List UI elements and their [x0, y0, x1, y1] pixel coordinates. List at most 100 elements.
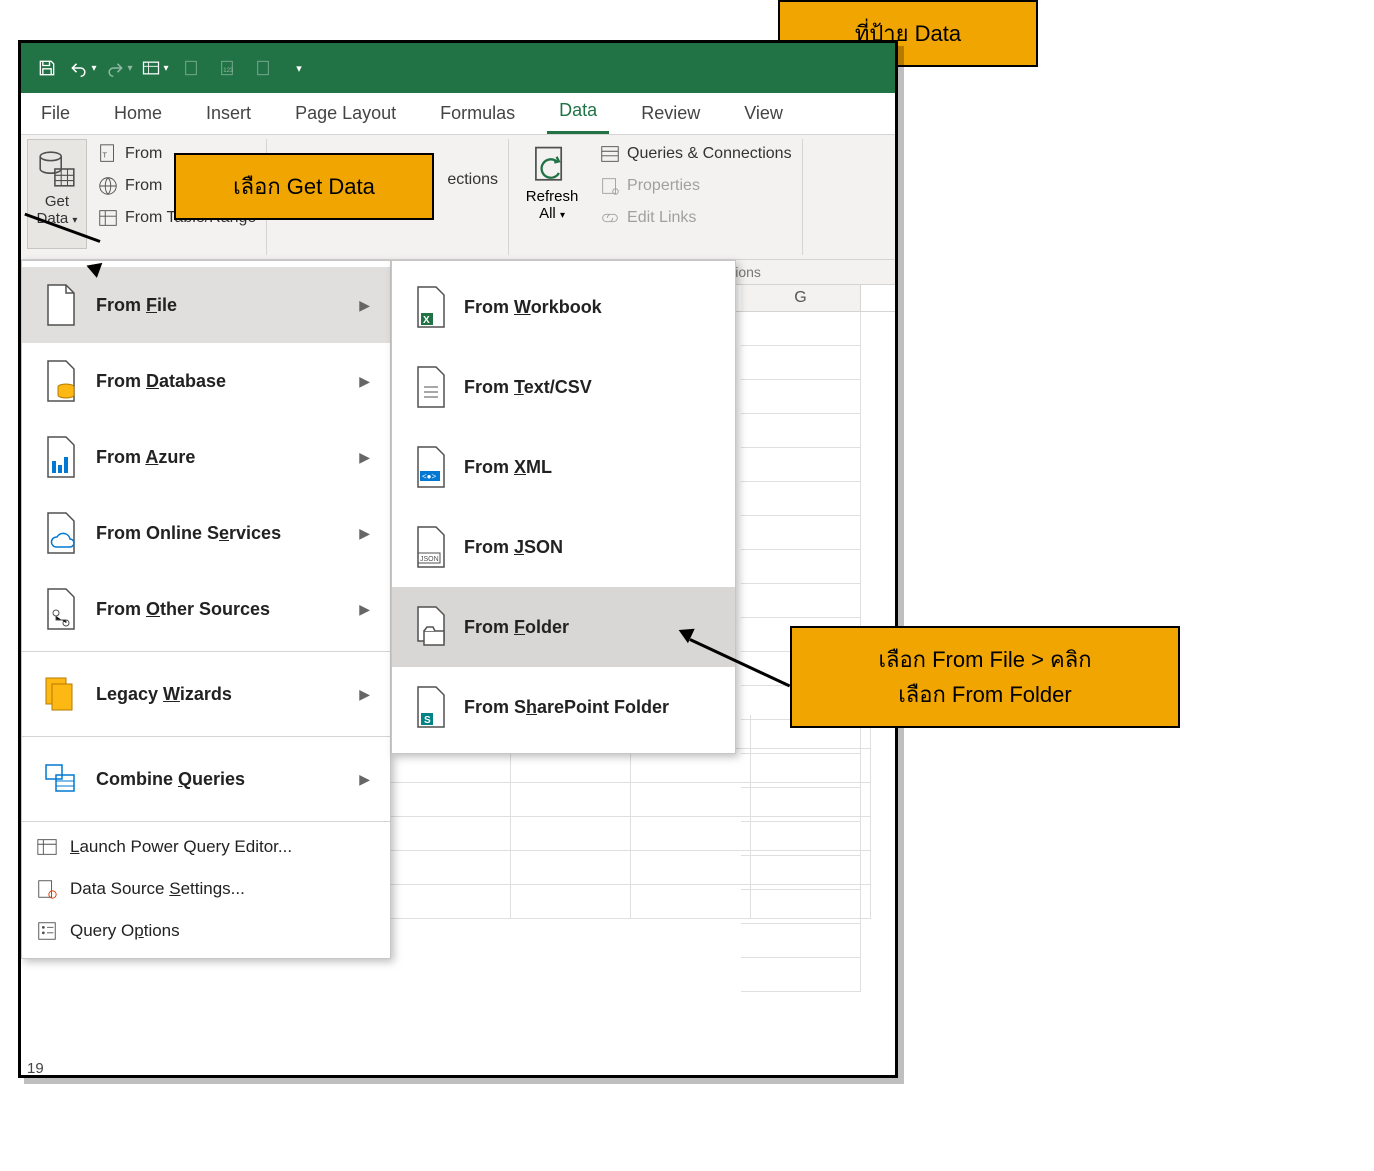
- tab-view[interactable]: View: [732, 95, 795, 134]
- cell[interactable]: [741, 550, 861, 584]
- menu-from-file[interactable]: From File ▶: [22, 267, 390, 343]
- properties-button[interactable]: Properties: [597, 171, 794, 201]
- callout-text: เลือก From File > คลิก: [878, 647, 1091, 672]
- qat-button-3[interactable]: 123: [211, 52, 243, 84]
- save-button[interactable]: [31, 52, 63, 84]
- callout-from-folder: เลือก From File > คลิก เลือก From Folder: [790, 626, 1180, 728]
- existing-connections-button[interactable]: ections: [445, 167, 500, 193]
- queries-connections-button[interactable]: Queries & Connections: [597, 139, 794, 169]
- tab-review[interactable]: Review: [629, 95, 712, 134]
- tab-label: Insert: [206, 103, 251, 123]
- file-azure-icon: [42, 435, 78, 479]
- edit-links-button[interactable]: Edit Links: [597, 203, 794, 233]
- tab-label: Page Layout: [295, 103, 396, 123]
- legacy-icon: [42, 672, 78, 716]
- redo-button[interactable]: ▾: [103, 52, 135, 84]
- ribbon-group-queries: Refresh All ▾ Queries & Connections Prop…: [517, 139, 803, 255]
- cell[interactable]: [741, 924, 861, 958]
- menu-from-database[interactable]: From Database ▶: [22, 343, 390, 419]
- menu-from-json[interactable]: JSON From JSON: [392, 507, 735, 587]
- get-data-menu: From File ▶ From Database ▶ From Azure ▶…: [21, 260, 391, 959]
- menu-from-xml[interactable]: <●> From XML: [392, 427, 735, 507]
- menu-from-text-csv[interactable]: From Text/CSV: [392, 347, 735, 427]
- menu-label: Launch Power Query Editor...: [70, 837, 292, 857]
- menu-label: Data Source Settings...: [70, 879, 245, 899]
- menu-from-sharepoint-folder[interactable]: S From SharePoint Folder: [392, 667, 735, 747]
- menu-label: From SharePoint Folder: [464, 697, 669, 717]
- file-database-icon: [42, 359, 78, 403]
- chevron-right-icon: ▶: [359, 449, 370, 466]
- cmd-label: From: [125, 145, 162, 163]
- tab-home[interactable]: Home: [102, 95, 174, 134]
- menu-divider: [22, 821, 390, 822]
- menu-legacy-wizards[interactable]: Legacy Wizards ▶: [22, 656, 390, 732]
- cell[interactable]: [741, 482, 861, 516]
- tab-label: File: [41, 103, 70, 123]
- chevron-right-icon: ▶: [359, 601, 370, 618]
- options-icon: [36, 920, 58, 942]
- tab-insert[interactable]: Insert: [194, 95, 263, 134]
- menu-data-source-settings[interactable]: Data Source Settings...: [22, 868, 390, 910]
- menu-launch-power-query[interactable]: Launch Power Query Editor...: [22, 826, 390, 868]
- menu-query-options[interactable]: Query Options: [22, 910, 390, 952]
- menu-label: From JSON: [464, 537, 563, 557]
- row-number-19[interactable]: 19: [21, 1060, 44, 1077]
- cell[interactable]: [741, 516, 861, 550]
- file-cloud-icon: [42, 511, 78, 555]
- cell[interactable]: [741, 414, 861, 448]
- cell[interactable]: [741, 312, 861, 346]
- tab-page-layout[interactable]: Page Layout: [283, 95, 408, 134]
- table-icon: [141, 58, 161, 78]
- redo-icon: [105, 58, 125, 78]
- col-header-g[interactable]: G: [741, 285, 861, 311]
- menu-label: From Workbook: [464, 297, 602, 317]
- menu-label: Query Options: [70, 921, 180, 941]
- callout-text: เลือก Get Data: [233, 174, 375, 199]
- sharepoint-icon: S: [412, 685, 448, 729]
- properties-icon: [599, 175, 621, 197]
- tab-label: Review: [641, 103, 700, 123]
- menu-divider: [22, 651, 390, 652]
- tab-data[interactable]: Data: [547, 92, 609, 134]
- undo-button[interactable]: ▾: [67, 52, 99, 84]
- cell[interactable]: [741, 380, 861, 414]
- clipboard-icon: [254, 59, 272, 77]
- chevron-right-icon: ▶: [359, 297, 370, 314]
- text-csv-icon: [412, 365, 448, 409]
- from-file-submenu: X From Workbook From Text/CSV <●> From X…: [391, 260, 736, 754]
- cell[interactable]: [741, 448, 861, 482]
- recent-sources-button[interactable]: x: [445, 139, 500, 165]
- callout-get-data: เลือก Get Data: [174, 153, 434, 220]
- refresh-all-button[interactable]: Refresh All ▾: [517, 139, 587, 255]
- qat-button-1[interactable]: ▾: [139, 52, 171, 84]
- save-icon: [37, 58, 57, 78]
- menu-from-workbook[interactable]: X From Workbook: [392, 267, 735, 347]
- svg-text:<●>: <●>: [422, 472, 437, 481]
- table-icon: [97, 207, 119, 229]
- svg-text:JSON: JSON: [420, 556, 439, 563]
- ribbon-tabs: File Home Insert Page Layout Formulas Da…: [21, 93, 895, 135]
- menu-label: From Online Services: [96, 523, 281, 543]
- menu-label: Legacy Wizards: [96, 684, 232, 704]
- menu-from-online-services[interactable]: From Online Services ▶: [22, 495, 390, 571]
- cell[interactable]: [741, 584, 861, 618]
- workbook-icon: X: [412, 285, 448, 329]
- menu-combine-queries[interactable]: Combine Queries ▶: [22, 741, 390, 817]
- pq-editor-icon: [36, 836, 58, 858]
- json-icon: JSON: [412, 525, 448, 569]
- chevron-right-icon: ▶: [359, 525, 370, 542]
- tab-file[interactable]: File: [29, 95, 82, 134]
- svg-text:X: X: [423, 315, 430, 326]
- qat-button-2[interactable]: [175, 52, 207, 84]
- svg-text:123: 123: [223, 68, 234, 74]
- tab-formulas[interactable]: Formulas: [428, 95, 527, 134]
- customize-qat-button[interactable]: ▾: [283, 52, 315, 84]
- menu-from-azure[interactable]: From Azure ▶: [22, 419, 390, 495]
- cell[interactable]: [741, 958, 861, 992]
- cell[interactable]: [741, 346, 861, 380]
- qat-button-4[interactable]: [247, 52, 279, 84]
- file-icon: [42, 283, 78, 327]
- clipboard-icon: 123: [218, 59, 236, 77]
- menu-from-other-sources[interactable]: From Other Sources ▶: [22, 571, 390, 647]
- tab-label: View: [744, 103, 783, 123]
